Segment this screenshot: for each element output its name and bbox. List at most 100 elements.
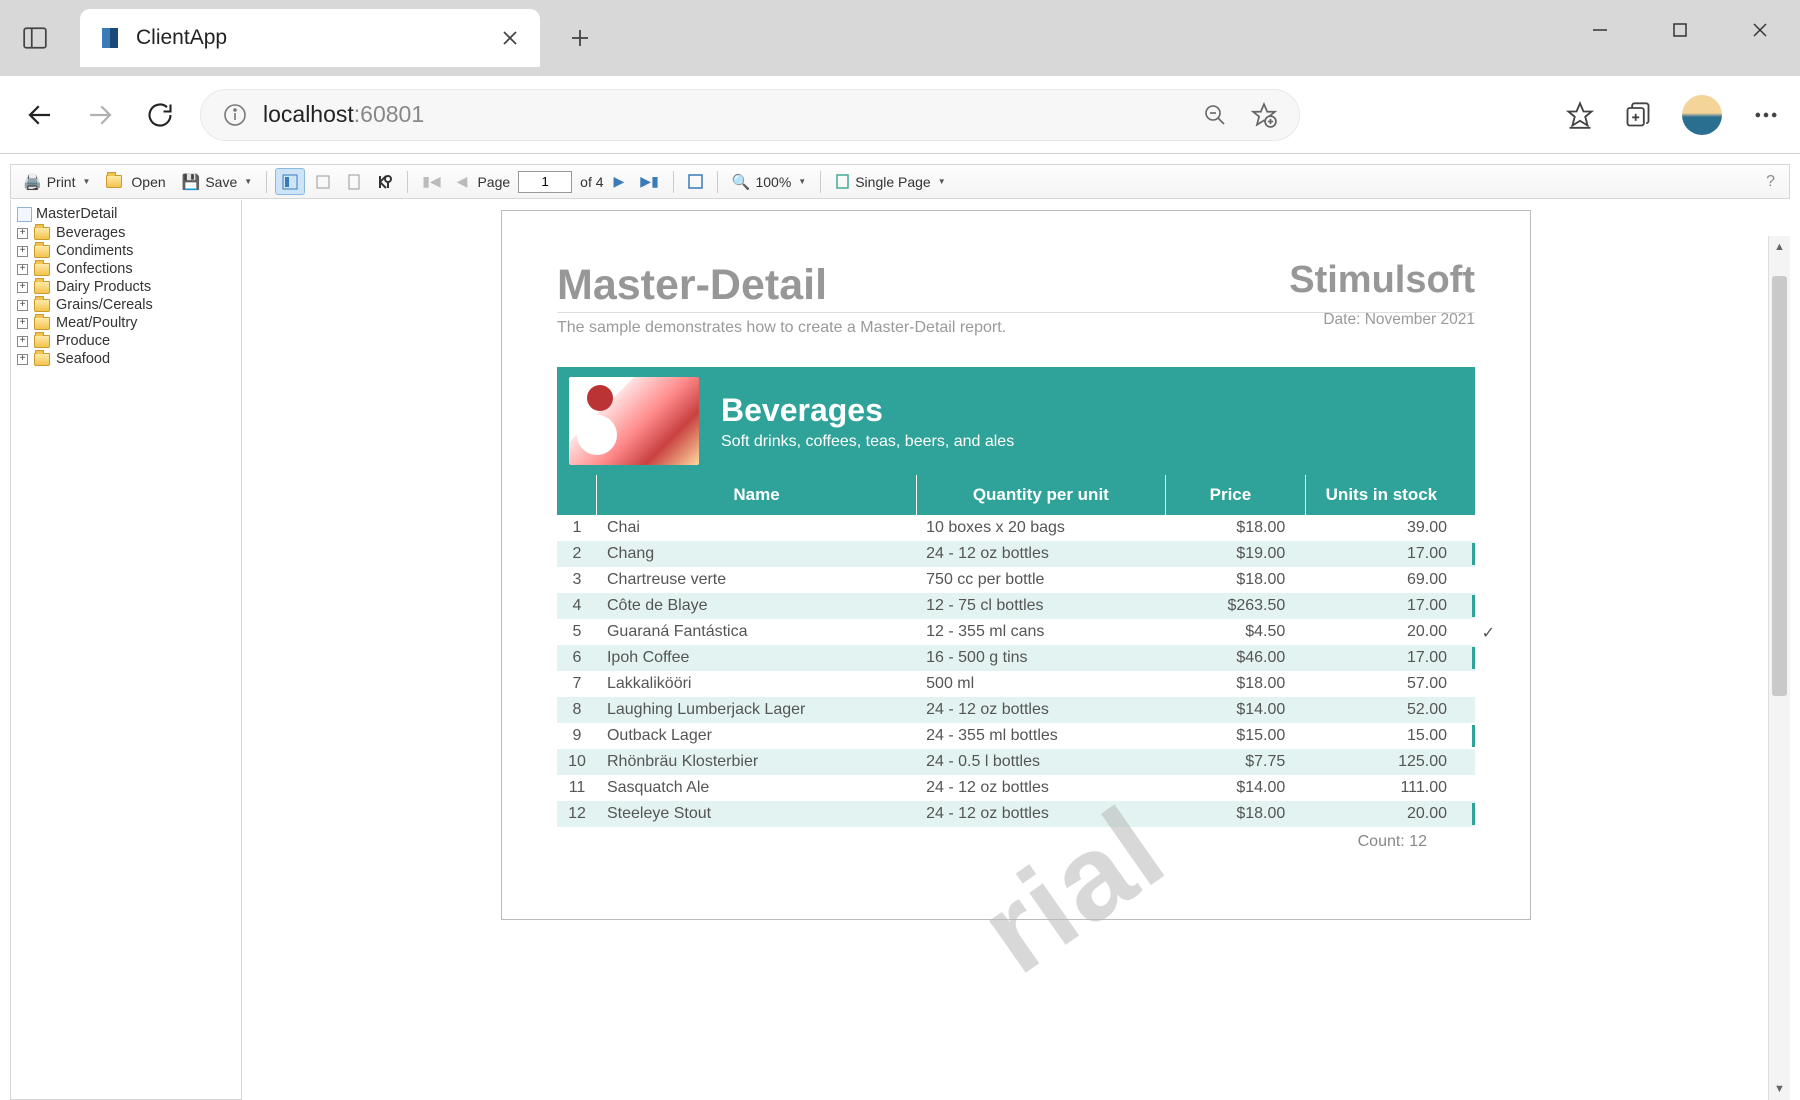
table-row: 7Lakkalikööri500 ml$18.0057.00 — [557, 671, 1475, 697]
back-button[interactable] — [20, 95, 60, 135]
page-total: of 4 — [580, 174, 603, 190]
cell-index: 6 — [557, 645, 597, 671]
report-brand: Stimulsoft — [1289, 259, 1475, 302]
parameters-button[interactable] — [309, 168, 337, 195]
table-row: 4Côte de Blaye12 - 75 cl bottles$263.501… — [557, 593, 1475, 619]
tree-item[interactable]: + Seafood — [17, 350, 235, 368]
first-page-icon: ▮◀ — [422, 173, 440, 190]
tree-root[interactable]: MasterDetail — [17, 204, 235, 224]
print-button[interactable]: 🖨️Print▼ — [17, 168, 96, 195]
bookmarks-tree: MasterDetail +Beverages+Condiments+Confe… — [10, 200, 242, 1100]
cell-stock: 125.00 — [1305, 749, 1475, 775]
close-tab-icon[interactable] — [498, 26, 522, 50]
separator — [820, 171, 821, 193]
stock-edge-indicator — [1472, 725, 1475, 747]
bookmarks-toggle[interactable] — [275, 168, 305, 195]
expand-icon[interactable]: + — [17, 318, 28, 329]
prev-page-button[interactable]: ◀ — [451, 168, 474, 195]
side-panel-button[interactable] — [10, 13, 60, 63]
expand-icon[interactable]: + — [17, 336, 28, 347]
menu-icon[interactable] — [1752, 101, 1780, 129]
category-image — [569, 377, 699, 465]
cell-name: Rhönbräu Klosterbier — [597, 749, 916, 775]
cell-price: $7.75 — [1166, 749, 1306, 775]
cell-qty: 24 - 12 oz bottles — [916, 697, 1165, 723]
expand-icon[interactable]: + — [17, 228, 28, 239]
minimize-button[interactable] — [1560, 0, 1640, 60]
table-row: 8Laughing Lumberjack Lager24 - 12 oz bot… — [557, 697, 1475, 723]
folder-icon — [34, 227, 50, 240]
site-info-icon[interactable] — [223, 103, 247, 127]
scroll-up-icon[interactable]: ▲ — [1769, 236, 1790, 258]
scroll-down-icon[interactable]: ▼ — [1769, 1078, 1790, 1100]
page-input[interactable] — [518, 171, 572, 193]
favorites-icon[interactable] — [1566, 101, 1594, 129]
tree-item-label: Grains/Cereals — [56, 297, 153, 313]
page-scroll-area[interactable]: Master-Detail Stimulsoft The sample demo… — [242, 200, 1790, 1100]
fullscreen-button[interactable] — [682, 168, 709, 195]
tree-item[interactable]: +Confections — [17, 260, 235, 278]
next-page-button[interactable]: ▶ — [608, 168, 631, 195]
category-name: Beverages — [721, 392, 1014, 429]
find-button[interactable] — [371, 168, 399, 195]
cell-index: 2 — [557, 541, 597, 567]
cell-name: Outback Lager — [597, 723, 916, 749]
cell-price: $14.00 — [1166, 775, 1306, 801]
close-window-button[interactable] — [1720, 0, 1800, 60]
tree-item-label: Seafood — [56, 351, 110, 367]
add-favorite-icon[interactable] — [1251, 102, 1277, 128]
expand-icon[interactable]: + — [17, 246, 28, 257]
zoom-button[interactable]: 🔍100%▼ — [726, 168, 812, 195]
cell-price: $18.00 — [1166, 515, 1306, 541]
report-date: Date: November 2021 — [1323, 311, 1475, 329]
view-mode-button[interactable]: Single Page▼ — [829, 168, 951, 195]
cell-stock: 15.00 — [1305, 723, 1475, 749]
cell-price: $18.00 — [1166, 671, 1306, 697]
cell-qty: 500 ml — [916, 671, 1165, 697]
cell-stock: 39.00 — [1305, 515, 1475, 541]
open-button[interactable]: Open — [100, 168, 171, 195]
stock-edge-indicator — [1472, 543, 1475, 565]
check-icon: ✓ — [1482, 623, 1495, 643]
forward-button[interactable] — [80, 95, 120, 135]
tree-item[interactable]: +Beverages — [17, 224, 235, 242]
help-button[interactable]: ? — [1766, 173, 1783, 191]
find-icon — [377, 174, 393, 190]
dropdown-icon: ▼ — [798, 177, 806, 186]
expand-icon[interactable]: + — [17, 264, 28, 275]
zoom-out-icon[interactable] — [1203, 103, 1227, 127]
tree-item[interactable]: +Meat/Poultry — [17, 314, 235, 332]
folder-icon — [34, 281, 50, 294]
separator — [673, 171, 674, 193]
cell-index: 3 — [557, 567, 597, 593]
viewer-toolbar: 🖨️Print▼ Open 💾Save▼ ▮◀ ◀ Page of 4 ▶ ▶▮… — [10, 164, 1790, 199]
expand-icon[interactable]: + — [17, 282, 28, 293]
new-tab-button[interactable] — [560, 22, 600, 54]
col-name: Name — [597, 475, 916, 515]
maximize-button[interactable] — [1640, 0, 1720, 60]
tree-item-label: Dairy Products — [56, 279, 151, 295]
profile-avatar[interactable] — [1682, 95, 1722, 135]
tree-item[interactable]: +Produce — [17, 332, 235, 350]
collections-icon[interactable] — [1624, 101, 1652, 129]
refresh-button[interactable] — [140, 95, 180, 135]
folder-icon — [34, 335, 50, 348]
tab-favicon — [98, 26, 122, 50]
cell-stock: 17.00 — [1305, 593, 1475, 619]
tree-item[interactable]: + Dairy Products — [17, 278, 235, 296]
vertical-scrollbar[interactable]: ▲ ▼ — [1768, 236, 1790, 1100]
report-viewer: 🖨️Print▼ Open 💾Save▼ ▮◀ ◀ Page of 4 ▶ ▶▮… — [10, 164, 1790, 1100]
first-page-button[interactable]: ▮◀ — [416, 168, 446, 195]
browser-tab[interactable]: ClientApp — [80, 9, 540, 67]
tab-title: ClientApp — [136, 26, 484, 50]
expand-icon[interactable]: + — [17, 354, 28, 365]
page-content: 🖨️Print▼ Open 💾Save▼ ▮◀ ◀ Page of 4 ▶ ▶▮… — [0, 154, 1800, 1100]
expand-icon[interactable]: + — [17, 300, 28, 311]
save-button[interactable]: 💾Save▼ — [176, 168, 259, 195]
last-page-button[interactable]: ▶▮ — [634, 168, 664, 195]
tree-item[interactable]: + Grains/Cereals — [17, 296, 235, 314]
resources-button[interactable] — [341, 168, 367, 195]
address-bar[interactable]: localhost:60801 — [200, 89, 1300, 141]
tree-item[interactable]: +Condiments — [17, 242, 235, 260]
scroll-thumb[interactable] — [1772, 276, 1787, 696]
